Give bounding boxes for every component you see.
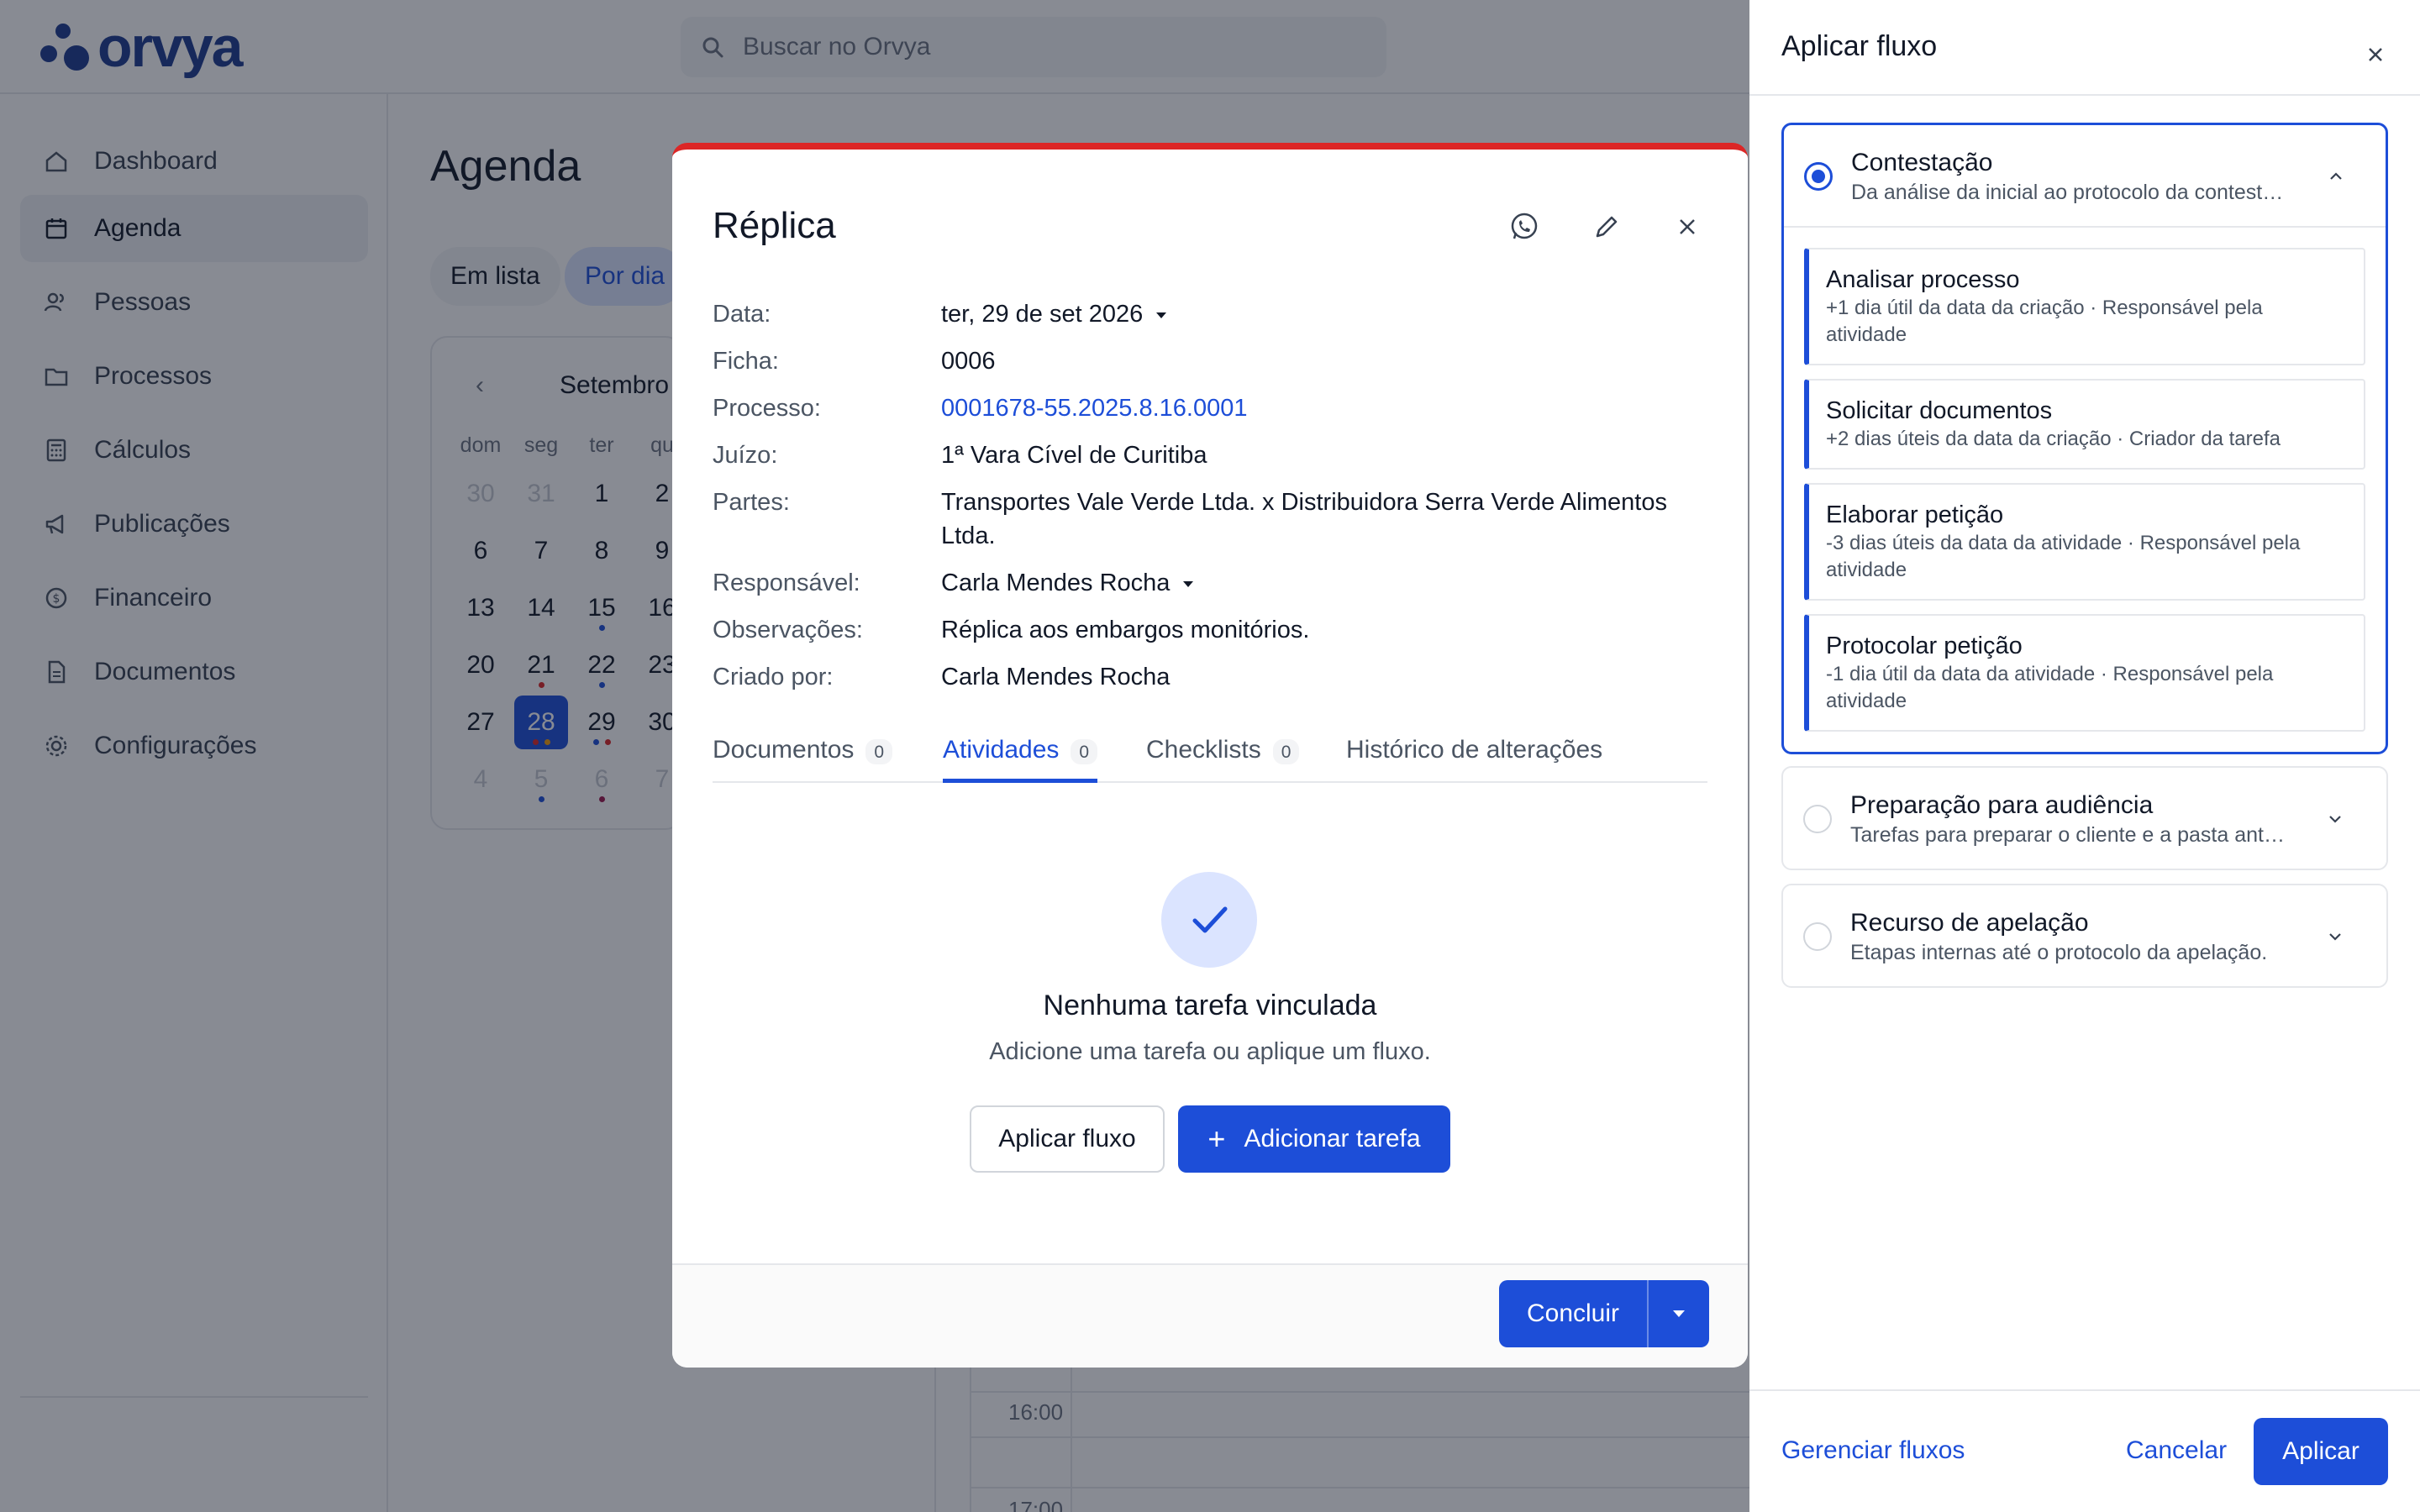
flow-radio[interactable]	[1803, 805, 1832, 833]
caret-down-icon	[1673, 1310, 1685, 1317]
add-task-label: Adicionar tarefa	[1244, 1125, 1421, 1152]
empty-state-badge	[1161, 872, 1257, 968]
chevron-down-icon[interactable]	[2326, 927, 2344, 946]
apply-flow-button[interactable]: Aplicar fluxo	[970, 1105, 1165, 1173]
field-value-partes: Transportes Vale Verde Ltda. x Distribui…	[941, 489, 1667, 549]
field-value-data[interactable]: ter, 29 de set 2026	[941, 297, 1697, 331]
field-label-criado: Criado por:	[713, 664, 834, 690]
flow-steps: Analisar processo +1 dia útil da data da…	[1784, 226, 2386, 752]
field-value-ficha: 0006	[941, 348, 996, 375]
field-value-responsavel[interactable]: Carla Mendes Rocha	[941, 566, 1697, 600]
modal-title: Réplica	[713, 205, 836, 246]
flow-card-contestacao[interactable]: Contestação Da análise da inicial ao pro…	[1781, 123, 2388, 754]
tab-label: Documentos	[713, 736, 855, 764]
step-detail: +2 dias úteis da data da criação · Criad…	[1826, 428, 2281, 450]
step-title: Elaborar petição	[1826, 501, 2004, 528]
tab-label: Atividades	[943, 736, 1060, 764]
chevron-down-icon[interactable]	[2326, 810, 2344, 828]
apply-button[interactable]: Aplicar	[2254, 1418, 2388, 1485]
field-label-data: Data:	[713, 301, 771, 328]
empty-state-subtitle: Adicione uma tarefa ou aplique um fluxo.	[989, 1038, 1431, 1065]
flow-radio-selected[interactable]	[1804, 162, 1833, 191]
flow-description: Etapas internas até o protocolo da apela…	[1850, 941, 2268, 964]
tab-historico[interactable]: Histórico de alterações	[1346, 729, 1602, 783]
concluir-split-button: Concluir	[1499, 1280, 1709, 1347]
close-icon[interactable]	[1670, 210, 1704, 244]
step-detail: -3 dias úteis da data da atividade · Res…	[1826, 532, 2301, 581]
field-label-ficha: Ficha:	[713, 348, 779, 375]
field-label-responsavel: Responsável:	[713, 570, 860, 596]
flow-name: Contestação	[1851, 149, 1993, 176]
add-task-button[interactable]: + Adicionar tarefa	[1178, 1105, 1450, 1173]
step-detail: -1 dia útil da data da atividade · Respo…	[1826, 663, 2274, 712]
flow-step: Solicitar documentos +2 dias úteis da da…	[1804, 379, 2365, 470]
app-window: orvya Dashboard Agenda Pessoas Processos	[0, 0, 2420, 1512]
drawer-divider	[1749, 94, 2420, 96]
flow-card-header[interactable]: Recurso de apelação Etapas internas até …	[1783, 885, 2386, 986]
whatsapp-icon[interactable]	[1507, 210, 1541, 244]
field-label-partes: Partes:	[713, 489, 790, 516]
cancel-button[interactable]: Cancelar	[2126, 1436, 2227, 1465]
drawer-title: Aplicar fluxo	[1781, 30, 1938, 62]
tab-count-badge: 0	[1272, 739, 1300, 764]
event-modal: Réplica Data: ter, 29 de set 2026 Ficha:…	[672, 143, 1748, 1368]
close-icon[interactable]	[2361, 40, 2390, 69]
plus-icon: +	[1207, 1121, 1226, 1156]
field-value-criado: Carla Mendes Rocha	[941, 664, 1171, 690]
caret-down-icon	[1156, 312, 1167, 318]
edit-icon[interactable]	[1590, 210, 1623, 244]
field-value-juizo: 1ª Vara Cível de Curitiba	[941, 442, 1207, 469]
step-title: Solicitar documentos	[1826, 397, 2053, 424]
tab-label: Checklists	[1146, 736, 1261, 764]
flow-step: Protocolar petição -1 dia útil da data d…	[1804, 614, 2365, 732]
tab-count-badge: 0	[865, 739, 893, 764]
flow-step: Analisar processo +1 dia útil da data da…	[1804, 248, 2365, 365]
concluir-dropdown-button[interactable]	[1649, 1310, 1709, 1317]
chevron-up-icon[interactable]	[2327, 167, 2345, 186]
field-value-observacoes: Réplica aos embargos monitórios.	[941, 617, 1310, 643]
flow-description: Da análise da inicial ao protocolo da co…	[1851, 181, 2288, 204]
flow-card-recurso-apelacao[interactable]: Recurso de apelação Etapas internas até …	[1781, 884, 2388, 988]
step-detail: +1 dia útil da data da criação · Respons…	[1826, 297, 2263, 346]
concluir-button[interactable]: Concluir	[1499, 1299, 1647, 1328]
tab-checklists[interactable]: Checklists 0	[1146, 729, 1300, 783]
processo-link[interactable]: 0001678-55.2025.8.16.0001	[941, 391, 1697, 425]
apply-flow-drawer: Aplicar fluxo Contestação Da análise da …	[1749, 0, 2420, 1512]
tab-label: Histórico de alterações	[1346, 736, 1603, 764]
step-title: Protocolar petição	[1826, 633, 2023, 659]
flow-card-header[interactable]: Preparação para audiência Tarefas para p…	[1783, 768, 2386, 869]
tab-documentos[interactable]: Documentos 0	[713, 729, 893, 783]
step-title: Analisar processo	[1826, 266, 2020, 293]
tab-atividades[interactable]: Atividades 0	[943, 729, 1098, 783]
field-label-processo: Processo:	[713, 395, 821, 422]
manage-flows-link[interactable]: Gerenciar fluxos	[1781, 1436, 1965, 1465]
caret-down-icon	[1183, 580, 1194, 587]
empty-state-title: Nenhuma tarefa vinculada	[1043, 990, 1377, 1021]
drawer-footer-divider	[1749, 1389, 2420, 1391]
flow-card-header[interactable]: Contestação Da análise da inicial ao pro…	[1784, 125, 2386, 226]
flow-step: Elaborar petição -3 dias úteis da data d…	[1804, 483, 2365, 601]
flow-description: Tarefas para preparar o cliente e a past…	[1850, 823, 2287, 847]
date-value: ter, 29 de set 2026	[941, 301, 1144, 328]
flow-name: Preparação para audiência	[1850, 791, 2154, 819]
flow-card-preparacao-audiencia[interactable]: Preparação para audiência Tarefas para p…	[1781, 766, 2388, 870]
flow-name: Recurso de apelação	[1850, 909, 2089, 937]
flow-radio[interactable]	[1803, 922, 1832, 951]
modal-tabs: Documentos 0 Atividades 0 Checklists 0 Hist…	[713, 729, 1707, 783]
tab-count-badge: 0	[1071, 739, 1098, 764]
field-label-observacoes: Observações:	[713, 617, 863, 643]
field-label-juizo: Juízo:	[713, 442, 778, 469]
checkmark-icon	[1192, 906, 1228, 933]
responsavel-value: Carla Mendes Rocha	[941, 570, 1171, 596]
